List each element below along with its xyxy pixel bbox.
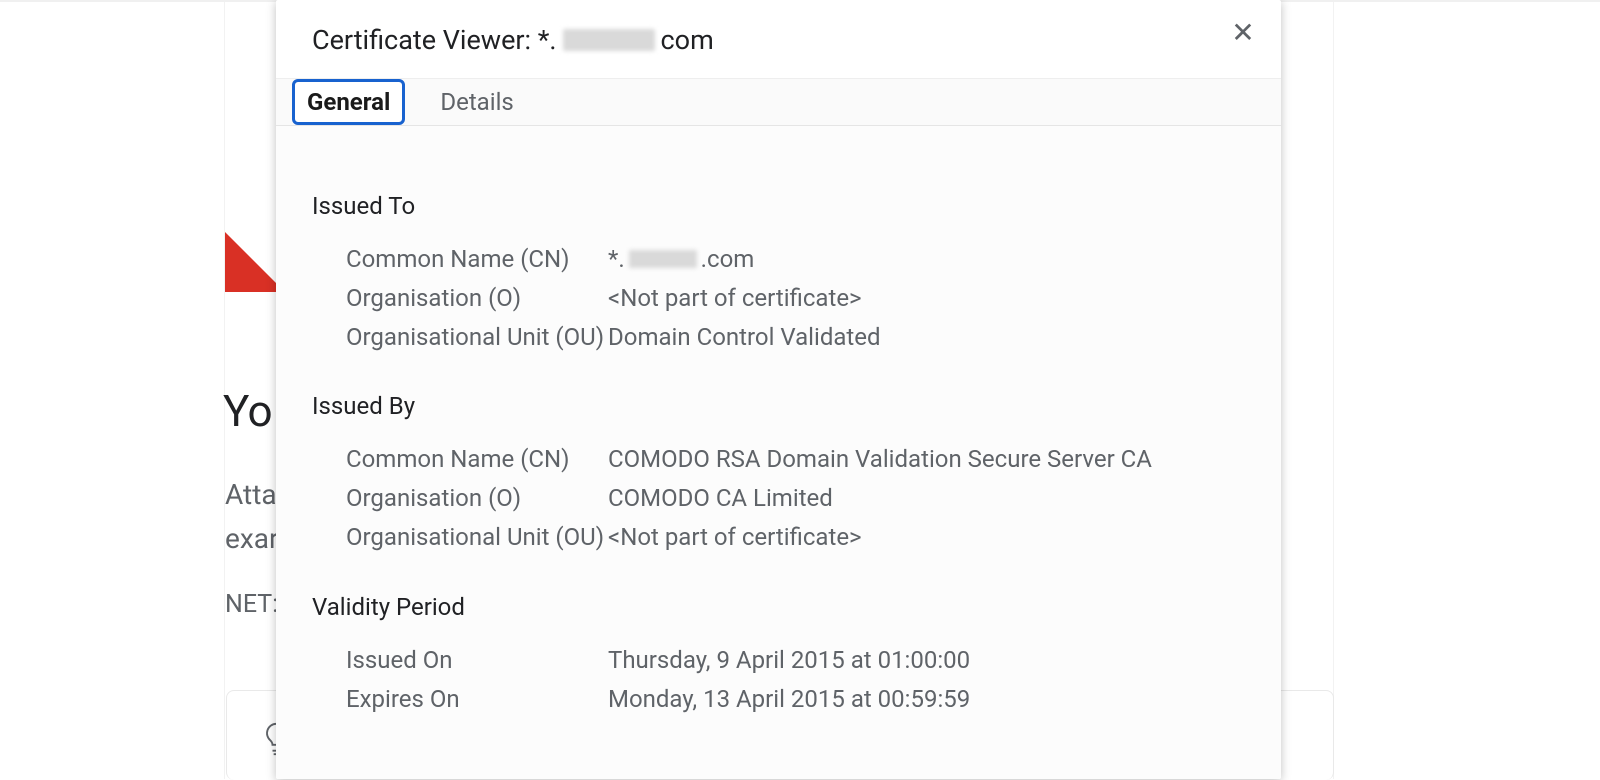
close-icon: ✕ bbox=[1231, 16, 1254, 49]
issued-by-o-label: Organisation (O) bbox=[312, 481, 608, 516]
issued-by-cn-value: COMODO RSA Domain Validation Secure Serv… bbox=[608, 442, 1152, 477]
modal-title: Certificate Viewer: *. com bbox=[312, 24, 1257, 56]
tab-details[interactable]: Details bbox=[425, 79, 528, 125]
issued-by-ou-value: <Not part of certificate> bbox=[608, 520, 862, 555]
background-heading: Yo bbox=[223, 385, 272, 437]
issued-to-o-label: Organisation (O) bbox=[312, 281, 608, 316]
general-panel: Issued To Common Name (CN) *. .com Organ… bbox=[276, 126, 1281, 779]
cn-prefix: *. bbox=[608, 242, 625, 277]
issued-by-o-value: COMODO CA Limited bbox=[608, 481, 833, 516]
redacted-cn-domain bbox=[629, 250, 697, 268]
issued-by-o-row: Organisation (O) COMODO CA Limited bbox=[312, 481, 1281, 516]
issued-by-heading: Issued By bbox=[312, 392, 1281, 420]
title-suffix: com bbox=[661, 24, 714, 56]
issued-on-label: Issued On bbox=[312, 643, 608, 678]
issued-on-value: Thursday, 9 April 2015 at 01:00:00 bbox=[608, 643, 970, 678]
issued-to-ou-label: Organisational Unit (OU) bbox=[312, 320, 608, 355]
tab-strip: General Details bbox=[276, 78, 1281, 126]
issued-on-row: Issued On Thursday, 9 April 2015 at 01:0… bbox=[312, 643, 1281, 678]
issued-by-cn-row: Common Name (CN) COMODO RSA Domain Valid… bbox=[312, 442, 1281, 477]
validity-heading: Validity Period bbox=[312, 593, 1281, 621]
close-button[interactable]: ✕ bbox=[1221, 10, 1265, 54]
issued-to-cn-value: *. .com bbox=[608, 242, 754, 277]
issued-to-ou-value: Domain Control Validated bbox=[608, 320, 881, 355]
title-prefix: Certificate Viewer: *. bbox=[312, 24, 557, 56]
expires-on-value: Monday, 13 April 2015 at 00:59:59 bbox=[608, 682, 970, 717]
cn-suffix: .com bbox=[701, 242, 755, 277]
background-error-code: NET: bbox=[225, 590, 278, 619]
expires-on-label: Expires On bbox=[312, 682, 608, 717]
issued-to-cn-row: Common Name (CN) *. .com bbox=[312, 242, 1281, 277]
issued-to-cn-label: Common Name (CN) bbox=[312, 242, 608, 277]
background-text-line2: exar bbox=[225, 522, 278, 555]
issued-by-ou-label: Organisational Unit (OU) bbox=[312, 520, 608, 555]
background-text-line1: Atta bbox=[225, 478, 277, 511]
issued-by-ou-row: Organisational Unit (OU) <Not part of ce… bbox=[312, 520, 1281, 555]
issued-to-heading: Issued To bbox=[312, 192, 1281, 220]
modal-header: Certificate Viewer: *. com ✕ bbox=[276, 0, 1281, 78]
tab-general[interactable]: General bbox=[292, 79, 405, 125]
redacted-domain bbox=[563, 29, 655, 51]
expires-on-row: Expires On Monday, 13 April 2015 at 00:5… bbox=[312, 682, 1281, 717]
issued-to-ou-row: Organisational Unit (OU) Domain Control … bbox=[312, 320, 1281, 355]
certificate-viewer-modal: Certificate Viewer: *. com ✕ General Det… bbox=[276, 0, 1281, 779]
issued-to-o-row: Organisation (O) <Not part of certificat… bbox=[312, 281, 1281, 316]
issued-by-cn-label: Common Name (CN) bbox=[312, 442, 608, 477]
issued-to-o-value: <Not part of certificate> bbox=[608, 281, 862, 316]
